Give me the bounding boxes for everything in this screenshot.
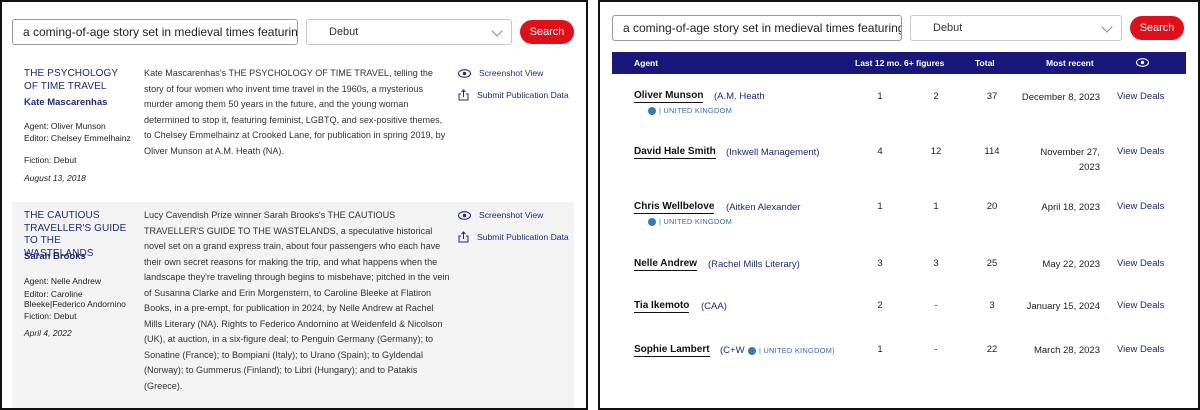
deal-type-value: Debut (933, 22, 963, 34)
view-deals-link[interactable]: View Deals (1117, 146, 1164, 157)
globe-icon (748, 346, 756, 355)
agent-agency: (Inkwell Management) (726, 147, 820, 158)
deal-editor: Editor: Chelsey Emmelhainz (24, 133, 131, 143)
agent-name[interactable]: David Hale Smith (634, 146, 716, 159)
agents-panel: a coming-of-age story set in medieval ti… (598, 0, 1200, 410)
total-count: 114 (984, 146, 1000, 157)
view-deals-link[interactable]: View Deals (1117, 344, 1164, 355)
search-input[interactable]: a coming-of-age story set in medieval ti… (612, 15, 902, 41)
search-input[interactable]: a coming-of-age story set in medieval ti… (12, 19, 298, 45)
chevron-down-icon (491, 25, 503, 37)
eye-icon (458, 210, 471, 220)
agent-name[interactable]: Nelle Andrew (634, 258, 697, 271)
deal-date: August 13, 2018 (24, 173, 86, 183)
six-figure-count: - (934, 300, 938, 311)
view-deals-link[interactable]: View Deals (1117, 91, 1164, 102)
agent-country: | UNITED KINGDOM (648, 106, 732, 115)
screenshot-view-label: Screenshot View (479, 68, 544, 78)
search-button[interactable]: Search (1130, 16, 1184, 40)
agent-country: | UNITED KINGDOM (648, 217, 732, 226)
deal-type-select[interactable]: Debut (306, 19, 512, 45)
deal-item: THE CAUTIOUS TRAVELLER'S GUIDE TO THE WA… (12, 202, 574, 408)
agent-agency: (CAA) (701, 301, 727, 312)
deal-description: Kate Mascarenhas's THE PSYCHOLOGY OF TIM… (144, 68, 446, 156)
agent-name[interactable]: Tia Ikemoto (634, 300, 690, 313)
agent-agency: (A.M. Heath (714, 91, 765, 102)
globe-icon (648, 217, 656, 226)
six-figure-count: 2 (933, 91, 939, 102)
submit-publication-label: Submit Publication Data (477, 90, 569, 100)
deals-panel: a coming-of-age story set in medieval ti… (0, 0, 588, 410)
submit-publication-data-link[interactable]: Submit Publication Data (458, 89, 569, 101)
deal-fiction: Fiction: Debut (24, 311, 77, 321)
submit-publication-label: Submit Publication Data (477, 232, 569, 242)
most-recent-date: April 18, 2023 (1041, 202, 1100, 213)
deal-item: THE PSYCHOLOGY OF TIME TRAVEL Kate Masca… (12, 60, 574, 200)
view-deals-link[interactable]: View Deals (1117, 258, 1164, 269)
eye-icon (458, 68, 471, 78)
most-recent-date: December 8, 2023 (1021, 92, 1100, 103)
agent-agency: (C+W (720, 345, 745, 356)
deal-description: Lucy Cavendish Prize winner Sarah Brooks… (144, 210, 450, 391)
col-agent[interactable]: Agent (634, 52, 658, 74)
total-count: 37 (986, 91, 998, 102)
col-most-recent[interactable]: Most recent (1046, 52, 1094, 74)
screenshot-view-label: Screenshot View (479, 210, 544, 220)
total-count: 25 (986, 258, 998, 269)
deal-type-value: Debut (329, 26, 359, 38)
total-count: 3 (989, 300, 995, 311)
last-12-count: 2 (877, 300, 883, 311)
search-button[interactable]: Search (520, 20, 574, 44)
deal-agent: Agent: Nelle Andrew (24, 276, 102, 286)
deal-date: April 4, 2022 (24, 328, 72, 338)
six-figure-count: 12 (930, 146, 942, 157)
col-last-12[interactable]: Last 12 mo. (855, 52, 902, 74)
view-deals-link[interactable]: View Deals (1117, 300, 1164, 311)
six-figure-count: 1 (933, 201, 939, 212)
agent-agency: (Rachel Mills Literary) (708, 259, 800, 270)
share-icon (458, 231, 469, 243)
deal-author[interactable]: Sarah Brooks (24, 251, 86, 262)
deal-author[interactable]: Kate Mascarenhas (24, 97, 107, 108)
agent-country: | UNITED KINGDOM) (748, 346, 835, 355)
deal-title[interactable]: THE PSYCHOLOGY OF TIME TRAVEL (24, 68, 132, 93)
view-deals-link[interactable]: View Deals (1117, 201, 1164, 212)
share-icon (458, 89, 469, 101)
deal-type-select[interactable]: Debut (910, 15, 1122, 41)
last-12-count: 1 (877, 91, 883, 102)
last-12-count: 3 (877, 258, 883, 269)
deal-fiction: Fiction: Debut (24, 155, 77, 165)
agents-table-header: Agent Last 12 mo. 6+ figures Total Most … (612, 52, 1186, 74)
most-recent-date: May 22, 2023 (1042, 259, 1100, 270)
screenshot-view-link[interactable]: Screenshot View (458, 210, 543, 220)
col-total[interactable]: Total (975, 52, 995, 74)
most-recent-date: November 27, 2023 (1040, 147, 1100, 173)
deal-editor: Editor: Caroline Bleeke|Federico Andorni… (24, 289, 126, 309)
six-figure-count: 3 (933, 258, 939, 269)
last-12-count: 4 (877, 146, 883, 157)
total-count: 20 (986, 201, 998, 212)
most-recent-date: March 28, 2023 (1033, 345, 1100, 356)
eye-icon[interactable] (1135, 58, 1150, 67)
most-recent-date: January 15, 2024 (1026, 301, 1100, 312)
agent-agency: (Aitken Alexander (726, 202, 801, 213)
last-12-count: 1 (877, 344, 883, 355)
screenshot-view-link[interactable]: Screenshot View (458, 68, 543, 78)
submit-publication-data-link[interactable]: Submit Publication Data (458, 231, 569, 243)
agent-name[interactable]: Oliver Munson (634, 90, 704, 103)
col-six-figures[interactable]: 6+ figures (904, 52, 944, 74)
agent-name[interactable]: Sophie Lambert (634, 344, 710, 357)
chevron-down-icon (1101, 21, 1113, 33)
total-count: 22 (986, 344, 998, 355)
deal-agent: Agent: Oliver Munson (24, 121, 106, 131)
last-12-count: 1 (877, 201, 883, 212)
agent-name[interactable]: Chris Wellbelove (634, 201, 715, 214)
six-figure-count: - (934, 344, 938, 355)
globe-icon (648, 106, 656, 115)
